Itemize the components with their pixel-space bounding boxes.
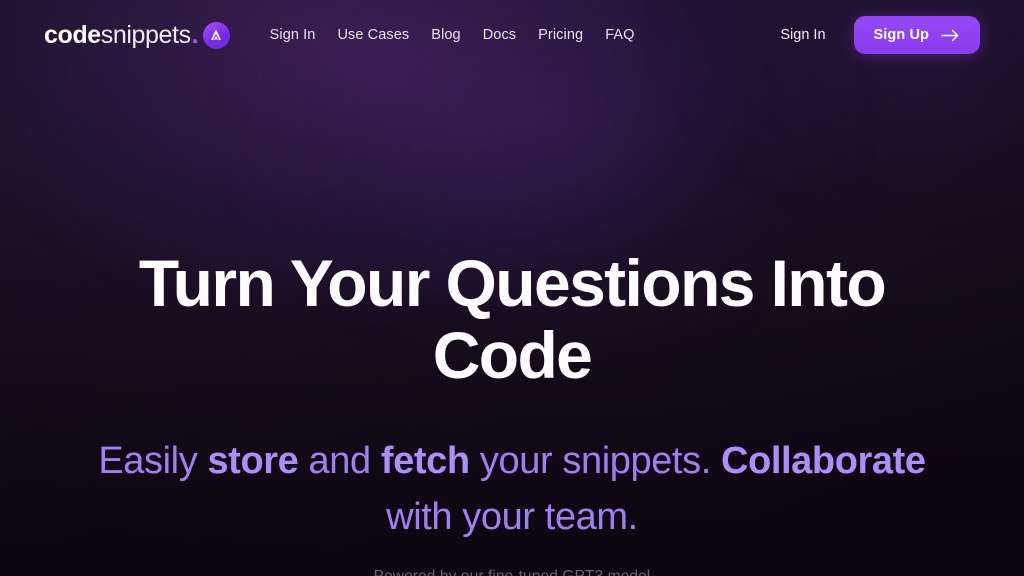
- hero-subtitle-text: with your team.: [386, 495, 638, 538]
- logo-text-light: snippets: [100, 20, 191, 49]
- main-navigation: Sign In Use Cases Blog Docs Pricing FAQ: [270, 27, 635, 43]
- logo-dot: .: [191, 20, 199, 49]
- hero-subtitle-text: Easily: [98, 439, 208, 482]
- hero-note: Powered by our fine-tuned GPT3 model: [0, 568, 1024, 576]
- sign-up-button[interactable]: Sign Up: [853, 16, 980, 54]
- hero-section: Turn Your Questions Into Code Easily sto…: [0, 70, 1024, 576]
- hero-subtitle-highlight: store: [207, 439, 299, 482]
- sign-up-button-label: Sign Up: [873, 27, 929, 43]
- site-header: code snippets . Sign In Use Cases Blog D…: [0, 0, 1024, 70]
- nav-item-use-cases[interactable]: Use Cases: [337, 27, 409, 43]
- arrow-right-icon: [941, 29, 960, 42]
- hero-subtitle-highlight: Collaborate: [721, 439, 926, 482]
- hero-title: Turn Your Questions Into Code: [138, 246, 887, 392]
- nav-item-sign-in[interactable]: Sign In: [270, 27, 316, 43]
- hero-subtitle-text: and: [298, 439, 381, 482]
- nav-item-docs[interactable]: Docs: [483, 27, 516, 43]
- nav-item-pricing[interactable]: Pricing: [538, 27, 583, 43]
- mountain-arrow-logo-icon: [202, 21, 230, 49]
- header-actions: Sign In Sign Up: [780, 16, 980, 54]
- logo[interactable]: code snippets .: [44, 21, 230, 50]
- hero-subtitle: Easily store and fetch your snippets. Co…: [92, 434, 932, 546]
- logo-text-bold: code: [44, 20, 101, 49]
- hero-subtitle-highlight: fetch: [380, 439, 470, 482]
- nav-item-blog[interactable]: Blog: [431, 27, 460, 43]
- hero-subtitle-text: your snippets.: [469, 439, 722, 482]
- sign-in-link[interactable]: Sign In: [780, 27, 825, 43]
- nav-item-faq[interactable]: FAQ: [605, 27, 634, 43]
